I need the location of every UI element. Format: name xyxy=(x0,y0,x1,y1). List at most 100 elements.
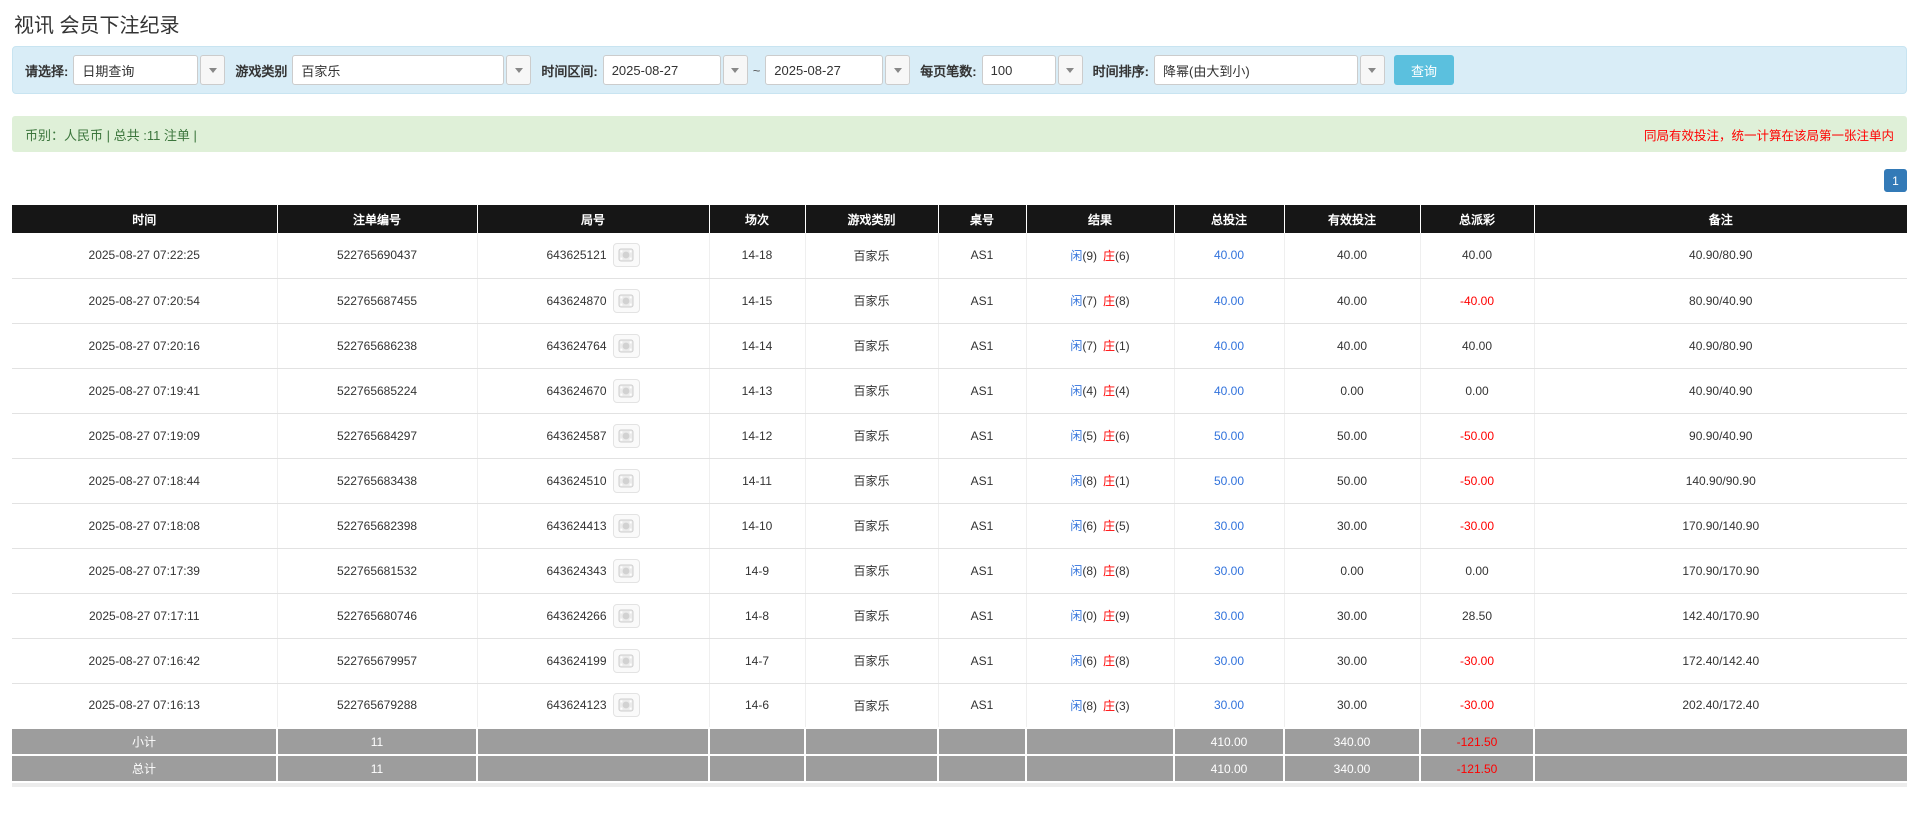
cell-valid-bet: 30.00 xyxy=(1284,593,1420,638)
video-record-icon[interactable] xyxy=(613,649,640,673)
cell-payout: -30.00 xyxy=(1420,503,1534,548)
banker-label: 庄 xyxy=(1103,474,1115,488)
cell-payout: 0.00 xyxy=(1420,548,1534,593)
subtotal-payout: -121.50 xyxy=(1420,728,1534,755)
cell-bet-id: 522765681532 xyxy=(277,548,477,593)
cell-time: 2025-08-27 07:19:09 xyxy=(12,413,277,458)
cell-time: 2025-08-27 07:16:42 xyxy=(12,638,277,683)
round-number: 643624764 xyxy=(546,339,606,353)
player-label: 闲 xyxy=(1070,294,1082,308)
player-score: (7) xyxy=(1082,339,1097,353)
total-bet-link[interactable]: 40.00 xyxy=(1174,278,1284,323)
chevron-down-icon[interactable] xyxy=(1058,55,1083,85)
video-record-icon[interactable] xyxy=(613,559,640,583)
page-1-button[interactable]: 1 xyxy=(1884,169,1907,192)
video-record-icon[interactable] xyxy=(613,693,640,717)
banker-label: 庄 xyxy=(1103,249,1115,263)
date-from-value[interactable]: 2025-08-27 xyxy=(603,55,721,85)
cell-payout: -50.00 xyxy=(1420,413,1534,458)
subtotal-count: 11 xyxy=(277,728,477,755)
col-valid-bet: 有效投注 xyxy=(1284,205,1420,233)
total-bet-link[interactable]: 50.00 xyxy=(1174,458,1284,503)
filter-panel: 请选择: 日期查询 游戏类别 百家乐 时间区间: 2025-08-27 ~ 20… xyxy=(12,46,1907,94)
player-label: 闲 xyxy=(1070,609,1082,623)
col-result: 结果 xyxy=(1026,205,1174,233)
total-bet-link[interactable]: 40.00 xyxy=(1174,233,1284,278)
chevron-down-icon[interactable] xyxy=(200,55,225,85)
search-button[interactable]: 查询 xyxy=(1394,55,1454,85)
cell-bet-id: 522765679957 xyxy=(277,638,477,683)
cell-valid-bet: 40.00 xyxy=(1284,233,1420,278)
cell-valid-bet: 30.00 xyxy=(1284,638,1420,683)
query-type-value[interactable]: 日期查询 xyxy=(73,55,198,85)
video-record-icon[interactable] xyxy=(613,469,640,493)
table-row: 2025-08-27 07:18:44 522765683438 6436245… xyxy=(12,458,1907,503)
cell-session: 14-18 xyxy=(709,233,805,278)
banker-score: (4) xyxy=(1115,384,1130,398)
chevron-down-icon[interactable] xyxy=(723,55,748,85)
col-table-no: 桌号 xyxy=(938,205,1026,233)
cell-time: 2025-08-27 07:17:39 xyxy=(12,548,277,593)
table-row: 2025-08-27 07:20:16 522765686238 6436247… xyxy=(12,323,1907,368)
total-total-bet: 410.00 xyxy=(1174,755,1284,782)
total-bet-link[interactable]: 30.00 xyxy=(1174,593,1284,638)
date-to-select[interactable]: 2025-08-27 xyxy=(765,55,910,85)
cell-table-no: AS1 xyxy=(938,278,1026,323)
date-from-select[interactable]: 2025-08-27 xyxy=(603,55,748,85)
sort-order-value[interactable]: 降幂(由大到小) xyxy=(1154,55,1358,85)
empty-cell xyxy=(709,755,805,782)
notice-bar: 币别：人民币 | 总共 :11 注单 | 同局有效投注，统一计算在该局第一张注单… xyxy=(12,116,1907,152)
cell-remark: 202.40/172.40 xyxy=(1534,683,1907,728)
video-record-icon[interactable] xyxy=(613,289,640,313)
video-record-icon[interactable] xyxy=(613,379,640,403)
chevron-down-icon[interactable] xyxy=(1360,55,1385,85)
video-record-icon[interactable] xyxy=(613,514,640,538)
game-type-select[interactable]: 百家乐 xyxy=(292,55,531,85)
empty-cell xyxy=(1026,755,1174,782)
cell-game-type: 百家乐 xyxy=(805,458,938,503)
cell-remark: 140.90/90.90 xyxy=(1534,458,1907,503)
video-record-icon[interactable] xyxy=(613,243,640,267)
date-to-value[interactable]: 2025-08-27 xyxy=(765,55,883,85)
table-row: 2025-08-27 07:22:25 522765690437 6436251… xyxy=(12,233,1907,278)
total-bet-link[interactable]: 50.00 xyxy=(1174,413,1284,458)
cell-remark: 40.90/80.90 xyxy=(1534,323,1907,368)
total-bet-link[interactable]: 40.00 xyxy=(1174,368,1284,413)
table-row: 2025-08-27 07:17:39 522765681532 6436243… xyxy=(12,548,1907,593)
player-score: (8) xyxy=(1082,564,1097,578)
cell-time: 2025-08-27 07:20:16 xyxy=(12,323,277,368)
col-remark: 备注 xyxy=(1534,205,1907,233)
player-label: 闲 xyxy=(1070,474,1082,488)
video-record-icon[interactable] xyxy=(613,334,640,358)
total-bet-link[interactable]: 30.00 xyxy=(1174,548,1284,593)
page-size-select[interactable]: 100 xyxy=(982,55,1083,85)
total-bet-link[interactable]: 30.00 xyxy=(1174,683,1284,728)
total-bet-link[interactable]: 30.00 xyxy=(1174,638,1284,683)
query-type-select[interactable]: 日期查询 xyxy=(73,55,225,85)
page-size-value[interactable]: 100 xyxy=(982,55,1056,85)
total-bet-link[interactable]: 30.00 xyxy=(1174,503,1284,548)
total-bet-link[interactable]: 40.00 xyxy=(1174,323,1284,368)
table-row: 2025-08-27 07:20:54 522765687455 6436248… xyxy=(12,278,1907,323)
player-label: 闲 xyxy=(1070,339,1082,353)
cell-round-id: 643624199 xyxy=(477,638,709,683)
cell-table-no: AS1 xyxy=(938,323,1026,368)
sort-order-select[interactable]: 降幂(由大到小) xyxy=(1154,55,1385,85)
game-type-value[interactable]: 百家乐 xyxy=(292,55,504,85)
chevron-down-icon[interactable] xyxy=(885,55,910,85)
banker-label: 庄 xyxy=(1103,429,1115,443)
video-record-icon[interactable] xyxy=(613,424,640,448)
cell-valid-bet: 40.00 xyxy=(1284,278,1420,323)
video-record-icon[interactable] xyxy=(613,604,640,628)
cell-table-no: AS1 xyxy=(938,458,1026,503)
cell-result: 闲(8)庄(1) xyxy=(1026,458,1174,503)
chevron-down-icon[interactable] xyxy=(506,55,531,85)
cell-result: 闲(7)庄(8) xyxy=(1026,278,1174,323)
cell-round-id: 643624764 xyxy=(477,323,709,368)
cell-bet-id: 522765684297 xyxy=(277,413,477,458)
cell-round-id: 643624343 xyxy=(477,548,709,593)
cell-bet-id: 522765686238 xyxy=(277,323,477,368)
cell-result: 闲(6)庄(5) xyxy=(1026,503,1174,548)
date-range-label: 时间区间: xyxy=(541,61,597,80)
cell-remark: 40.90/80.90 xyxy=(1534,233,1907,278)
